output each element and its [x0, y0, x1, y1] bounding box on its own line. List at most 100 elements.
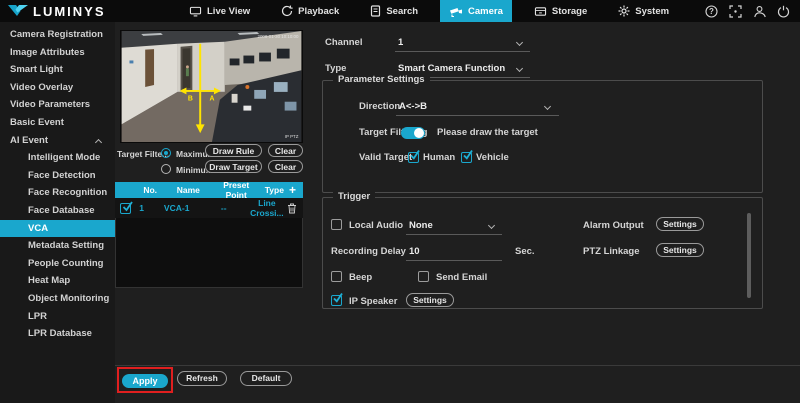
tab-storage[interactable]: Storage	[525, 0, 596, 22]
send-email-label: Send Email	[436, 272, 487, 283]
sidebar-item-label: Metadata Setting	[28, 240, 104, 251]
alarm-output-label: Alarm Output	[583, 220, 644, 231]
delete-rule-button[interactable]	[287, 203, 297, 214]
ip-speaker-settings-button[interactable]: Settings	[406, 293, 454, 307]
beep-checkbox[interactable]	[331, 271, 342, 282]
sidebar-item-video-overlay[interactable]: Video Overlay	[0, 79, 115, 97]
beep-label: Beep	[349, 272, 372, 283]
sidebar-item-label: LPR	[28, 311, 47, 322]
default-button[interactable]: Default	[240, 371, 292, 386]
target-filter-label: Target Filte...	[117, 149, 161, 159]
recording-delay-unit: Sec.	[515, 246, 535, 257]
help-icon[interactable]: ?	[705, 5, 718, 18]
local-audio-label: Local Audio	[349, 220, 403, 231]
sidebar-item-object-monitoring[interactable]: Object Monitoring	[0, 290, 115, 308]
camera-preview[interactable]: 2008-01-30 10:10:00 IP PTZ B A	[120, 30, 303, 143]
playback-icon	[281, 5, 293, 17]
recording-delay-label: Recording Delay	[331, 246, 406, 257]
add-rule-button[interactable]: +	[289, 183, 296, 197]
column-no: No.	[137, 185, 164, 195]
trigger-title: Trigger	[333, 191, 375, 202]
radio-minimum[interactable]	[161, 164, 171, 174]
local-audio-checkbox[interactable]	[331, 219, 342, 230]
sidebar-item-video-parameters[interactable]: Video Parameters	[0, 96, 115, 114]
tab-camera[interactable]: Camera	[440, 0, 512, 22]
target-filtering-toggle[interactable]	[401, 127, 425, 139]
sidebar-item-label: Smart Light	[10, 64, 63, 75]
local-audio-select[interactable]: None	[409, 220, 433, 231]
direction-label-b: B	[188, 96, 193, 103]
cell-preset: --	[201, 203, 247, 213]
trigger-scrollbar[interactable]	[747, 213, 751, 298]
user-icon[interactable]	[753, 5, 766, 18]
camera-icon	[449, 6, 463, 17]
direction-select[interactable]: A<->B	[399, 101, 427, 112]
sidebar-item-label: Video Parameters	[10, 99, 90, 110]
sidebar-item-face-detection[interactable]: Face Detection	[0, 167, 115, 185]
human-checkbox[interactable]	[408, 152, 419, 163]
tab-label: System	[635, 6, 669, 17]
type-select[interactable]: Smart Camera Function	[398, 63, 505, 74]
ip-speaker-checkbox[interactable]	[331, 295, 342, 306]
vehicle-label: Vehicle	[476, 152, 509, 163]
sidebar-item-metadata-setting[interactable]: Metadata Setting	[0, 237, 115, 255]
sidebar-item-heat-map[interactable]: Heat Map	[0, 272, 115, 290]
radio-maximum[interactable]	[161, 148, 171, 158]
apply-button[interactable]: Apply	[122, 374, 168, 388]
sidebar-item-intelligent-mode[interactable]: Intelligent Mode	[0, 149, 115, 167]
ptz-linkage-settings-button[interactable]: Settings	[656, 243, 704, 257]
table-row[interactable]: 1 VCA-1 -- Line Crossi...	[115, 198, 303, 218]
tab-label: Storage	[552, 6, 587, 17]
chevron-down-icon	[488, 222, 495, 229]
trigger-panel: Trigger Local Audio None Alarm Output Se…	[322, 197, 763, 309]
sidebar-item-lpr-database[interactable]: LPR Database	[0, 325, 115, 343]
sidebar-item-label: Heat Map	[28, 275, 70, 286]
apply-highlight-box: Apply	[117, 367, 173, 393]
sidebar-item-label: Video Overlay	[10, 82, 73, 93]
tab-playback[interactable]: Playback	[272, 0, 348, 22]
trash-icon	[287, 203, 297, 214]
check-icon	[121, 200, 134, 213]
tab-label: Live View	[207, 6, 250, 17]
draw-target-button[interactable]: Draw Target	[205, 160, 262, 173]
refresh-button[interactable]: Refresh	[177, 371, 227, 386]
sidebar-item-vca[interactable]: VCA	[0, 220, 115, 238]
sidebar-item-label: Camera Registration	[10, 29, 103, 40]
power-icon[interactable]	[777, 5, 790, 18]
valid-target-label: Valid Target	[359, 152, 412, 163]
sidebar-item-lpr[interactable]: LPR	[0, 308, 115, 326]
channel-select[interactable]: 1	[398, 37, 403, 48]
sidebar-item-label: Image Attributes	[10, 47, 85, 58]
sidebar-item-image-attributes[interactable]: Image Attributes	[0, 44, 115, 62]
preview-watermark: IP PTZ	[285, 134, 299, 139]
vehicle-checkbox[interactable]	[461, 152, 472, 163]
main-content: 2008-01-30 10:10:00 IP PTZ B A Target Fi…	[115, 22, 800, 403]
row-checkbox[interactable]	[120, 203, 131, 214]
column-name: Name	[164, 185, 213, 195]
sidebar-item-face-recognition[interactable]: Face Recognition	[0, 184, 115, 202]
clear-target-button[interactable]: Clear	[268, 160, 303, 173]
tab-system[interactable]: System	[609, 0, 678, 22]
sidebar-item-label: VCA	[28, 223, 48, 234]
sidebar-item-basic-event[interactable]: Basic Event	[0, 114, 115, 132]
clear-rule-button[interactable]: Clear	[268, 144, 303, 157]
sidebar-item-people-counting[interactable]: People Counting	[0, 255, 115, 273]
direction-label: Direction	[359, 101, 400, 112]
alarm-output-settings-button[interactable]: Settings	[656, 217, 704, 231]
preview-timestamp: 2008-01-30 10:10:00	[258, 34, 299, 39]
fullscreen-icon[interactable]	[729, 5, 742, 18]
draw-rule-button[interactable]: Draw Rule	[205, 144, 262, 157]
chevron-down-icon	[544, 103, 551, 110]
sidebar-item-face-database[interactable]: Face Database	[0, 202, 115, 220]
recording-delay-input[interactable]: 10	[409, 246, 420, 257]
direction-label-a: A	[210, 96, 215, 103]
send-email-checkbox[interactable]	[418, 271, 429, 282]
sidebar-item-label: Face Recognition	[28, 187, 107, 198]
sidebar-item-ai-event[interactable]: AI Event	[0, 132, 115, 150]
tab-live-view[interactable]: Live View	[180, 0, 259, 22]
cell-type: Line Crossi...	[247, 198, 287, 218]
tab-search[interactable]: Search	[361, 0, 427, 22]
sidebar-item-camera-registration[interactable]: Camera Registration	[0, 26, 115, 44]
chevron-down-icon	[516, 65, 523, 72]
sidebar-item-smart-light[interactable]: Smart Light	[0, 61, 115, 79]
